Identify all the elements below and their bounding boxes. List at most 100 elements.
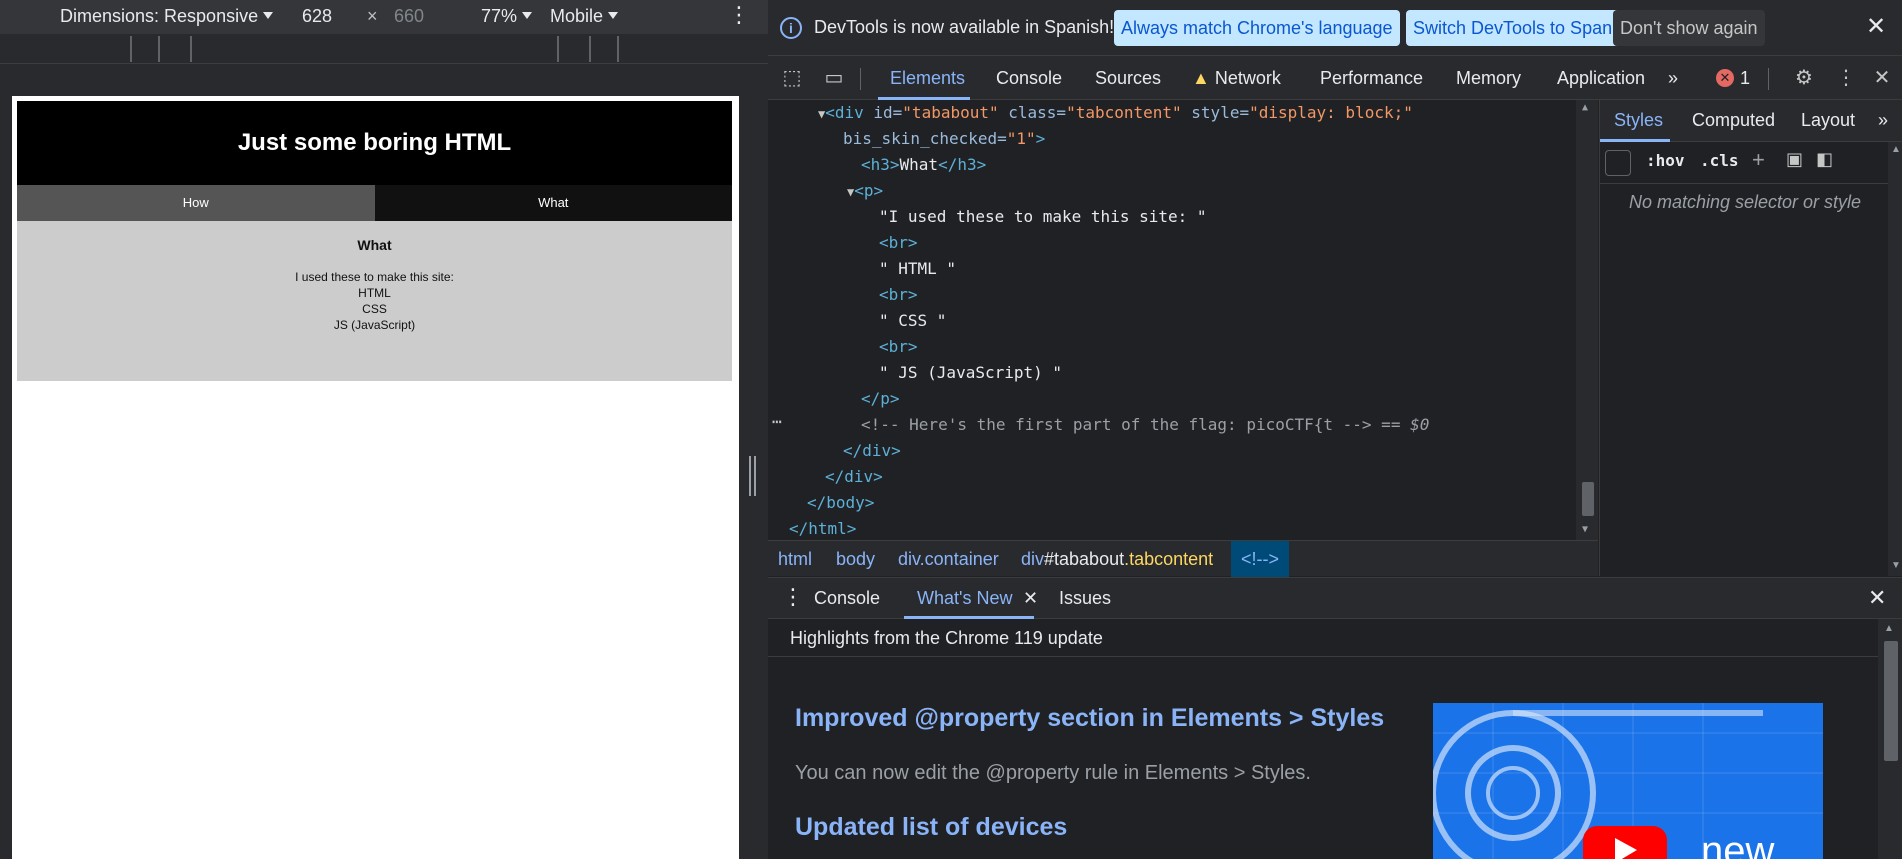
- dom-node-html-close[interactable]: </html>: [789, 516, 856, 540]
- dom-text-node[interactable]: " JS (JavaScript) ": [879, 360, 1062, 386]
- promo-video-thumbnail[interactable]: new: [1433, 703, 1823, 859]
- scroll-up-icon[interactable]: ▲: [1582, 102, 1588, 113]
- more-tabs-icon[interactable]: »: [1878, 110, 1888, 131]
- scroll-up-icon[interactable]: ▲: [1884, 623, 1894, 634]
- more-options-icon[interactable]: ⋮: [728, 2, 750, 28]
- media-query-ruler[interactable]: [0, 34, 768, 64]
- dom-tree: ▼ <div id="tababout" class="tabcontent" s…: [768, 100, 1598, 540]
- whats-new-panel: Highlights from the Chrome 119 update Im…: [768, 619, 1902, 859]
- site-tab-how[interactable]: How: [17, 185, 375, 221]
- tab-performance[interactable]: Performance: [1320, 68, 1423, 89]
- throttle-dropdown[interactable]: Mobile: [550, 6, 619, 27]
- cls-toggle[interactable]: .cls: [1700, 151, 1739, 170]
- tab-sources[interactable]: Sources: [1095, 68, 1161, 89]
- dom-text: What: [899, 155, 939, 174]
- close-icon[interactable]: ✕: [1866, 12, 1886, 41]
- drawer-tab-whats-new[interactable]: What's New: [917, 588, 1012, 609]
- device-toggle-icon[interactable]: ▭: [822, 66, 846, 90]
- drawer-tab-issues[interactable]: Issues: [1059, 588, 1111, 609]
- drawer-tabbar: ⋮ Console What's New ✕ Issues ✕: [768, 577, 1902, 619]
- styles-pane: Styles Computed Layout » :hov .cls + ▣ ◧…: [1599, 100, 1902, 576]
- close-tab-icon[interactable]: ✕: [1023, 588, 1038, 609]
- throttle-label: Mobile: [550, 6, 604, 26]
- hov-toggle[interactable]: :hov: [1646, 151, 1685, 170]
- dom-attr-name: id=: [863, 103, 903, 122]
- tab-styles[interactable]: Styles: [1614, 110, 1663, 131]
- highlights-title: Highlights from the Chrome 119 update: [768, 619, 1882, 657]
- match-language-button[interactable]: Always match Chrome's language: [1114, 10, 1400, 46]
- dom-node-br[interactable]: <br>: [879, 334, 918, 360]
- error-count[interactable]: 1: [1740, 68, 1750, 89]
- dom-node-div-tababout[interactable]: ▼<div id="tababout" class="tabcontent" s…: [818, 100, 1413, 126]
- site-header: Just some boring HTML: [17, 101, 732, 185]
- error-icon[interactable]: ✕: [1716, 69, 1734, 87]
- dom-scrollbar[interactable]: ▲ ▼: [1576, 100, 1598, 540]
- scrollbar-thumb[interactable]: [1582, 482, 1594, 516]
- sidebar-toggle-icon[interactable]: ◧: [1816, 149, 1833, 170]
- crumb-body[interactable]: body: [836, 549, 875, 570]
- styles-scrollbar[interactable]: ▲ ▼: [1888, 142, 1902, 576]
- close-devtools-icon[interactable]: ✕: [1870, 66, 1894, 90]
- whats-new-heading[interactable]: Improved @property section in Elements >…: [795, 704, 1384, 733]
- scroll-down-icon[interactable]: ▼: [1891, 560, 1901, 571]
- tab-layout[interactable]: Layout: [1801, 110, 1855, 131]
- main-tabbar: ⬚ ▭ Elements Console Sources ▲ Network P…: [768, 56, 1902, 100]
- width-input[interactable]: 628: [302, 6, 332, 27]
- switch-to-spanish-button[interactable]: Switch DevTools to Spanish: [1406, 10, 1643, 46]
- close-drawer-icon[interactable]: ✕: [1868, 585, 1886, 611]
- add-rule-icon[interactable]: +: [1752, 147, 1765, 173]
- dom-comment-node[interactable]: <!-- Here's the first part of the flag: …: [861, 412, 1429, 438]
- dimensions-dropdown[interactable]: Dimensions: Responsive: [60, 6, 274, 27]
- ruler-tick: [158, 36, 160, 62]
- tab-network[interactable]: ▲ Network: [1192, 68, 1281, 89]
- chevron-down-icon: [522, 12, 533, 19]
- dom-node-body-close[interactable]: </body>: [807, 490, 874, 516]
- handle-bar: [749, 456, 751, 496]
- more-tabs-icon[interactable]: »: [1668, 68, 1678, 89]
- dom-node-div-close[interactable]: </div>: [843, 438, 901, 464]
- dom-node-div-close[interactable]: </div>: [825, 464, 883, 490]
- dom-node-br[interactable]: <br>: [879, 230, 918, 256]
- tab-memory[interactable]: Memory: [1456, 68, 1521, 89]
- dom-text-node[interactable]: " HTML ": [879, 256, 956, 282]
- crumb-html[interactable]: html: [778, 549, 812, 570]
- content-heading: What: [357, 237, 392, 253]
- inspect-element-icon[interactable]: ⬚: [780, 66, 804, 90]
- dom-node-br[interactable]: <br>: [879, 282, 918, 308]
- drawer-tab-console[interactable]: Console: [814, 588, 880, 609]
- scroll-down-icon[interactable]: ▼: [1582, 524, 1588, 535]
- dom-attr-value: "display: block;": [1249, 103, 1413, 122]
- dom-text-node[interactable]: "I used these to make this site: ": [879, 204, 1207, 230]
- dom-node-p-close[interactable]: </p>: [861, 386, 900, 412]
- dom-attr-name: bis_skin_checked=: [843, 129, 1007, 148]
- dom-attr-line[interactable]: bis_skin_checked="1">: [843, 126, 1045, 152]
- zoom-dropdown[interactable]: 77%: [481, 6, 533, 27]
- dom-node-h3[interactable]: <h3>What</h3>: [861, 152, 986, 178]
- dom-comment: <!-- Here's the first part of the flag: …: [861, 415, 1372, 434]
- dont-show-again-button[interactable]: Don't show again: [1613, 10, 1765, 46]
- height-input[interactable]: 660: [394, 6, 424, 27]
- node-actions-icon[interactable]: ⋯: [772, 412, 782, 431]
- tab-application[interactable]: Application: [1557, 68, 1645, 89]
- tab-console[interactable]: Console: [996, 68, 1062, 89]
- scroll-up-icon[interactable]: ▲: [1891, 144, 1901, 155]
- paint-brush-icon[interactable]: ▣: [1786, 149, 1803, 170]
- dom-attr-name: class=: [998, 103, 1067, 122]
- crumb-container[interactable]: div.container: [898, 549, 999, 570]
- tab-elements[interactable]: Elements: [890, 68, 965, 89]
- viewport-resize-handle[interactable]: [748, 456, 758, 496]
- more-options-icon[interactable]: ⋮: [1834, 66, 1858, 90]
- crumb-comment[interactable]: <!-->: [1231, 541, 1290, 577]
- drawer-menu-icon[interactable]: ⋮: [782, 584, 804, 610]
- scrollbar-thumb[interactable]: [1884, 641, 1898, 761]
- gear-icon[interactable]: ⚙: [1792, 66, 1816, 90]
- dom-text-node[interactable]: " CSS ": [879, 308, 946, 334]
- whats-new-heading[interactable]: Updated list of devices: [795, 813, 1067, 842]
- tab-computed[interactable]: Computed: [1692, 110, 1775, 131]
- dom-node-p[interactable]: ▼<p>: [847, 178, 883, 204]
- drawer-scrollbar[interactable]: ▲: [1878, 619, 1902, 859]
- crumb-tababout[interactable]: div#tababout.tabcontent: [1021, 549, 1213, 570]
- filter-input[interactable]: [1605, 150, 1631, 176]
- site-tab-what[interactable]: What: [374, 185, 732, 221]
- content-line: I used these to make this site:: [295, 270, 454, 284]
